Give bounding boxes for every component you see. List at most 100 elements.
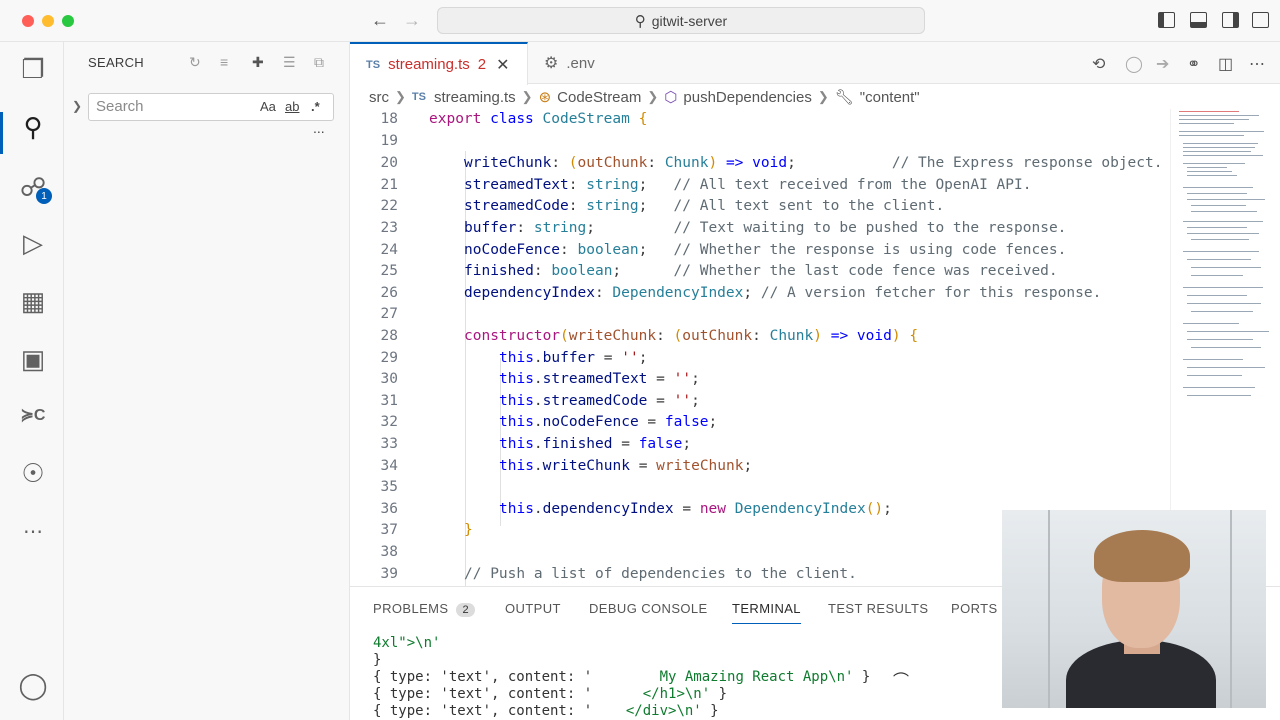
maximize-window-button[interactable] xyxy=(62,15,74,27)
minimap-line xyxy=(1183,323,1239,324)
back-arrow-icon[interactable]: ← xyxy=(371,10,389,31)
line-number: 27 xyxy=(380,306,398,322)
minimap-line xyxy=(1191,211,1257,212)
timeline-icon[interactable]: ⚭ xyxy=(1187,54,1200,74)
match-case-toggle[interactable]: Aa xyxy=(260,99,276,114)
use-regex-toggle[interactable]: .* xyxy=(311,99,320,114)
wrench-icon: 🔧︎ xyxy=(834,89,854,106)
minimap-line xyxy=(1187,199,1265,200)
terminal-line: } xyxy=(373,652,382,668)
search-input[interactable] xyxy=(96,98,246,115)
accounts-icon[interactable]: ◯ xyxy=(18,670,48,700)
tab-problems[interactable]: PROBLEMS 2 xyxy=(373,601,475,617)
terminal-line: 4xl">\n' xyxy=(373,635,441,651)
new-search-editor-icon[interactable]: ✚ xyxy=(252,54,264,71)
previous-change-icon[interactable]: ◯ xyxy=(1125,54,1143,74)
tab-ports[interactable]: PORTS xyxy=(951,601,998,616)
collapse-all-icon[interactable]: ⧉ xyxy=(314,54,324,71)
tab-terminal[interactable]: TERMINAL xyxy=(732,601,801,624)
minimap-line xyxy=(1187,193,1247,194)
active-view-indicator xyxy=(0,112,3,154)
minimap-line xyxy=(1183,163,1245,164)
tab-env[interactable]: ⚙ .env xyxy=(528,42,670,84)
title-bar: ← → ⚲ gitwit-server xyxy=(0,0,1280,42)
customize-layout-icon[interactable] xyxy=(1252,12,1269,28)
terminal-line: { type: 'text', content: ' </div>\n' } xyxy=(373,703,719,719)
search-sidebar: SEARCH ↻ ≡ ✚ ☰ ⧉ ❯ Aa ab .* ... xyxy=(64,42,350,720)
search-icon[interactable]: ⚲ xyxy=(18,112,48,142)
close-window-button[interactable] xyxy=(22,15,34,27)
split-editor-icon[interactable]: ◫ xyxy=(1218,54,1233,74)
minimap-line xyxy=(1187,259,1251,260)
breadcrumb-symbol[interactable]: "content" xyxy=(860,89,920,106)
clear-results-icon[interactable]: ≡ xyxy=(220,54,228,70)
tab-debug-console[interactable]: DEBUG CONSOLE xyxy=(589,601,708,616)
code-line: this.streamedText = ''; xyxy=(499,371,700,387)
tab-streaming-ts[interactable]: TS streaming.ts 2 ✕ xyxy=(350,42,528,85)
code-line: this.streamedCode = ''; xyxy=(499,393,700,409)
explorer-icon[interactable]: ❐ xyxy=(18,54,48,84)
run-debug-icon[interactable]: ▷ xyxy=(18,228,48,258)
breadcrumb: src ❯ TS streaming.ts ❯ ⊛ CodeStream ❯ ⬡… xyxy=(350,85,1170,109)
refresh-icon[interactable]: ↻ xyxy=(189,54,201,71)
code-line: constructor(writeChunk: (outChunk: Chunk… xyxy=(464,328,919,344)
toggle-primary-sidebar-icon[interactable] xyxy=(1158,12,1175,28)
code-line: export class CodeStream { xyxy=(429,111,648,127)
extensions-icon[interactable]: ▦ xyxy=(18,286,48,316)
remote-explorer-icon[interactable]: ▣ xyxy=(18,344,48,374)
codex-icon[interactable]: ≽C xyxy=(18,400,48,430)
presenter-hair xyxy=(1094,530,1190,582)
chevron-right-icon: ❯ xyxy=(395,89,406,104)
typescript-file-icon: TS xyxy=(411,91,426,103)
next-change-icon[interactable]: ➔ xyxy=(1156,54,1169,74)
git-graph-icon[interactable]: ☉ xyxy=(18,458,48,488)
minimap-line xyxy=(1187,367,1265,368)
breadcrumb-class[interactable]: CodeStream xyxy=(557,89,641,106)
line-number: 24 xyxy=(380,242,398,258)
minimap-line xyxy=(1187,303,1261,304)
search-icon: ⚲ xyxy=(634,12,646,30)
window-title: gitwit-server xyxy=(651,12,728,29)
method-icon: ⬡ xyxy=(664,89,678,106)
search-box: Aa ab .* xyxy=(88,93,334,121)
line-number: 18 xyxy=(380,111,398,127)
breadcrumb-file[interactable]: streaming.ts xyxy=(434,89,516,106)
toggle-search-details-icon[interactable]: ... xyxy=(313,120,325,136)
toggle-panel-icon[interactable] xyxy=(1190,12,1207,28)
match-whole-word-toggle[interactable]: ab xyxy=(285,99,299,114)
toggle-replace-chevron-icon[interactable]: ❯ xyxy=(72,99,82,113)
more-actions-icon[interactable]: ⋯ xyxy=(1249,54,1265,74)
tab-output[interactable]: OUTPUT xyxy=(505,601,561,616)
breadcrumb-method[interactable]: pushDependencies xyxy=(683,89,811,106)
close-tab-icon[interactable]: ✕ xyxy=(496,55,509,75)
minimap-line xyxy=(1179,115,1259,116)
minimize-window-button[interactable] xyxy=(42,15,54,27)
forward-arrow-icon[interactable]: → xyxy=(403,10,421,31)
minimap-line xyxy=(1179,111,1239,112)
view-as-tree-icon[interactable]: ☰ xyxy=(283,54,296,71)
line-number: 20 xyxy=(380,155,398,171)
minimap-line xyxy=(1191,205,1246,206)
tab-test-results[interactable]: TEST RESULTS xyxy=(828,601,928,616)
minimap-line xyxy=(1179,119,1249,120)
minimap-line xyxy=(1191,347,1261,348)
minimap-line xyxy=(1191,239,1249,240)
minimap-line xyxy=(1183,155,1263,156)
line-number: 30 xyxy=(380,371,398,387)
sidebar-title: SEARCH xyxy=(88,55,144,70)
open-changes-icon[interactable]: ⟲ xyxy=(1092,54,1105,74)
code-line: noCodeFence: boolean; // Whether the res… xyxy=(464,242,1067,258)
class-icon: ⊛ xyxy=(538,89,552,106)
toggle-secondary-sidebar-icon[interactable] xyxy=(1222,12,1239,28)
command-center[interactable]: ⚲ gitwit-server xyxy=(437,7,925,34)
text-cursor-icon: ⌒ xyxy=(893,673,910,690)
source-control-icon[interactable]: ☍ 1 xyxy=(18,172,52,204)
line-number: 26 xyxy=(380,285,398,301)
code-line: this.finished = false; xyxy=(499,436,692,452)
minimap-line xyxy=(1187,227,1247,228)
breadcrumb-src[interactable]: src xyxy=(369,89,389,106)
tab-problem-count: 2 xyxy=(477,56,487,73)
minimap-line xyxy=(1179,135,1244,136)
more-views-icon[interactable]: ⋯ xyxy=(18,516,48,546)
minimap-line xyxy=(1183,187,1253,188)
